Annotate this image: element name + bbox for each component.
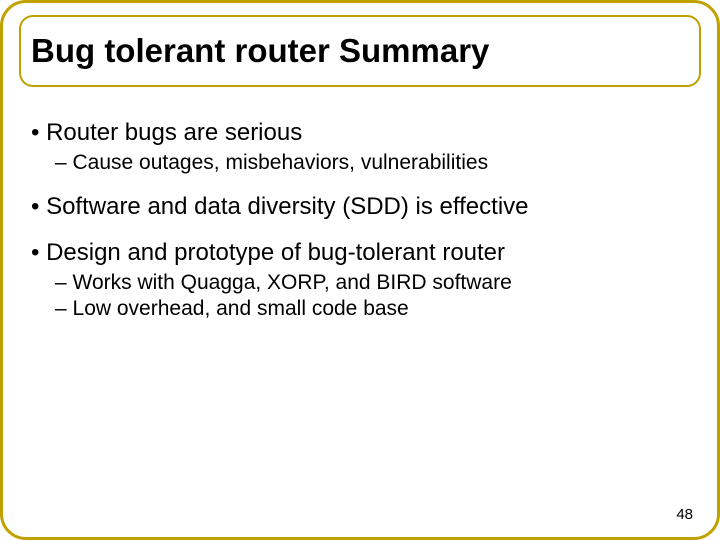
slide-title: Bug tolerant router Summary	[31, 32, 489, 70]
bullet-level1: • Router bugs are serious	[31, 119, 689, 147]
bullet-level1: • Design and prototype of bug-tolerant r…	[31, 239, 689, 267]
bullet-level2: – Works with Quagga, XORP, and BIRD soft…	[55, 271, 689, 295]
slide-body: • Router bugs are serious – Cause outage…	[31, 111, 689, 323]
slide-frame: Bug tolerant router Summary • Router bug…	[0, 0, 720, 540]
bullet-level2: – Cause outages, misbehaviors, vulnerabi…	[55, 151, 689, 175]
title-container: Bug tolerant router Summary	[19, 15, 701, 87]
bullet-level2: – Low overhead, and small code base	[55, 297, 689, 321]
bullet-level1: • Software and data diversity (SDD) is e…	[31, 193, 689, 221]
page-number: 48	[676, 506, 693, 523]
